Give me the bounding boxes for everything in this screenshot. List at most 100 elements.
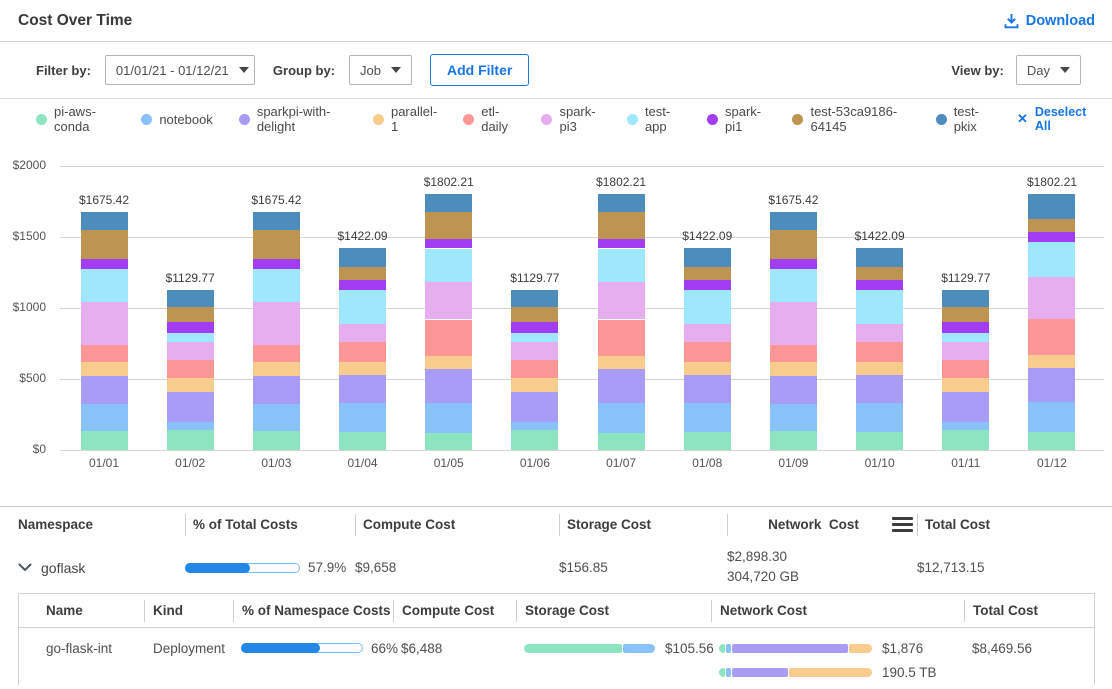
bar-segment-pi-aws-conda[interactable]: [942, 430, 989, 450]
bar-segment-etl-daily[interactable]: [167, 360, 214, 378]
bar-segment-parallel-1[interactable]: [339, 362, 386, 375]
bar-segment-sparkpi-with-delight[interactable]: [856, 375, 903, 403]
bar-segment-parallel-1[interactable]: [598, 356, 645, 369]
col-network-cost[interactable]: Network Cost: [711, 594, 964, 627]
bar-segment-etl-daily[interactable]: [942, 360, 989, 378]
bar-segment-spark-pi1[interactable]: [339, 280, 386, 290]
bar-segment-test-pkix[interactable]: [598, 194, 645, 212]
bar-segment-etl-daily[interactable]: [684, 342, 731, 363]
col-total-cost[interactable]: Total Cost: [964, 594, 1094, 627]
bar-segment-test-53ca9186-64145[interactable]: [942, 307, 989, 321]
bar-segment-sparkpi-with-delight[interactable]: [1028, 368, 1075, 402]
bar-segment-test-pkix[interactable]: [253, 212, 300, 230]
legend-item-test-pkix[interactable]: test-pkix: [936, 104, 991, 134]
bar-segment-spark-pi1[interactable]: [770, 259, 817, 269]
bar-segment-notebook[interactable]: [598, 403, 645, 433]
bar-segment-etl-daily[interactable]: [425, 320, 472, 356]
bar-segment-spark-pi3[interactable]: [511, 342, 558, 360]
bar-segment-test-pkix[interactable]: [167, 290, 214, 308]
bar-segment-etl-daily[interactable]: [81, 345, 128, 362]
group-by-select[interactable]: Job: [349, 55, 412, 85]
bar-segment-sparkpi-with-delight[interactable]: [598, 369, 645, 403]
bar-segment-test-app[interactable]: [81, 269, 128, 302]
bar-segment-pi-aws-conda[interactable]: [856, 432, 903, 450]
col-network-cost[interactable]: Network Cost: [727, 507, 917, 542]
bar-segment-test-53ca9186-64145[interactable]: [598, 212, 645, 239]
bar-segment-spark-pi3[interactable]: [684, 324, 731, 341]
chevron-down-icon[interactable]: [18, 563, 32, 572]
col-namespace[interactable]: Namespace: [18, 507, 185, 542]
legend-item-parallel-1[interactable]: parallel-1: [373, 104, 437, 134]
bar-segment-test-53ca9186-64145[interactable]: [511, 307, 558, 321]
bar-segment-test-53ca9186-64145[interactable]: [684, 267, 731, 280]
bar-segment-test-app[interactable]: [684, 290, 731, 324]
bar-segment-pi-aws-conda[interactable]: [770, 431, 817, 450]
bar-segment-test-app[interactable]: [770, 269, 817, 302]
bar-segment-parallel-1[interactable]: [942, 378, 989, 392]
bar-segment-pi-aws-conda[interactable]: [253, 431, 300, 450]
bar-segment-pi-aws-conda[interactable]: [598, 433, 645, 450]
bar-segment-test-pkix[interactable]: [1028, 194, 1075, 218]
bar-segment-notebook[interactable]: [425, 403, 472, 433]
bar-segment-test-app[interactable]: [339, 290, 386, 324]
bar-segment-test-53ca9186-64145[interactable]: [167, 307, 214, 321]
legend-item-etl-daily[interactable]: etl-daily: [463, 104, 515, 134]
bar-segment-test-pkix[interactable]: [942, 290, 989, 308]
bar-segment-etl-daily[interactable]: [511, 360, 558, 378]
bar-segment-notebook[interactable]: [253, 404, 300, 432]
bar-segment-notebook[interactable]: [81, 404, 128, 432]
bar-segment-spark-pi1[interactable]: [425, 239, 472, 249]
bar-segment-test-53ca9186-64145[interactable]: [770, 230, 817, 259]
bar-segment-test-app[interactable]: [942, 333, 989, 342]
bar-segment-sparkpi-with-delight[interactable]: [770, 376, 817, 404]
bar-segment-parallel-1[interactable]: [81, 362, 128, 376]
legend-item-pi-aws-conda[interactable]: pi-aws-conda: [36, 104, 115, 134]
bar-segment-test-pkix[interactable]: [81, 212, 128, 230]
bar-segment-spark-pi1[interactable]: [511, 322, 558, 333]
bar-segment-sparkpi-with-delight[interactable]: [167, 392, 214, 422]
bar-segment-parallel-1[interactable]: [425, 356, 472, 369]
bar-segment-spark-pi1[interactable]: [598, 239, 645, 249]
legend-item-spark-pi1[interactable]: spark-pi1: [707, 104, 766, 134]
bar-segment-pi-aws-conda[interactable]: [425, 433, 472, 450]
bar-segment-test-app[interactable]: [1028, 242, 1075, 278]
bar-segment-sparkpi-with-delight[interactable]: [942, 392, 989, 422]
bar-segment-spark-pi3[interactable]: [770, 302, 817, 345]
download-button[interactable]: Download: [1004, 13, 1095, 29]
bar-segment-parallel-1[interactable]: [770, 362, 817, 376]
bar-segment-sparkpi-with-delight[interactable]: [425, 369, 472, 403]
bar-segment-notebook[interactable]: [942, 422, 989, 431]
bar-segment-etl-daily[interactable]: [856, 342, 903, 363]
date-range-select[interactable]: 01/01/21 - 01/12/21: [105, 55, 255, 85]
bar-segment-sparkpi-with-delight[interactable]: [511, 392, 558, 422]
namespace-row[interactable]: goflask 57.9% $9,658 $156.85 $2,898.30 3…: [0, 542, 1112, 593]
legend-item-notebook[interactable]: notebook: [141, 112, 213, 127]
view-by-select[interactable]: Day: [1016, 55, 1081, 85]
bar-segment-pi-aws-conda[interactable]: [339, 432, 386, 450]
bar-segment-spark-pi3[interactable]: [856, 324, 903, 341]
bar-segment-etl-daily[interactable]: [253, 345, 300, 362]
workload-row[interactable]: go-flask-int Deployment 66% $6,488 $105.…: [19, 628, 1094, 685]
bar-segment-notebook[interactable]: [684, 403, 731, 432]
bar-segment-test-pkix[interactable]: [856, 248, 903, 267]
bar-segment-spark-pi3[interactable]: [598, 282, 645, 319]
bar-segment-test-53ca9186-64145[interactable]: [339, 267, 386, 280]
col-compute-cost[interactable]: Compute Cost: [355, 507, 559, 542]
col-name[interactable]: Name: [19, 594, 144, 627]
col-kind[interactable]: Kind: [144, 594, 233, 627]
bar-segment-notebook[interactable]: [167, 422, 214, 431]
col-pct-namespace-costs[interactable]: % of Namespace Costs: [233, 594, 393, 627]
bar-segment-spark-pi1[interactable]: [942, 322, 989, 333]
bar-segment-test-app[interactable]: [167, 333, 214, 342]
bar-segment-test-app[interactable]: [598, 249, 645, 283]
bar-segment-pi-aws-conda[interactable]: [1028, 432, 1075, 450]
add-filter-button[interactable]: Add Filter: [430, 54, 529, 86]
bar-segment-spark-pi1[interactable]: [253, 259, 300, 269]
bar-segment-test-53ca9186-64145[interactable]: [1028, 219, 1075, 232]
column-settings-icon[interactable]: [892, 514, 913, 536]
bar-segment-test-pkix[interactable]: [511, 290, 558, 308]
bar-segment-sparkpi-with-delight[interactable]: [81, 376, 128, 404]
bar-segment-etl-daily[interactable]: [770, 345, 817, 362]
bar-segment-spark-pi3[interactable]: [81, 302, 128, 345]
bar-segment-pi-aws-conda[interactable]: [511, 430, 558, 450]
